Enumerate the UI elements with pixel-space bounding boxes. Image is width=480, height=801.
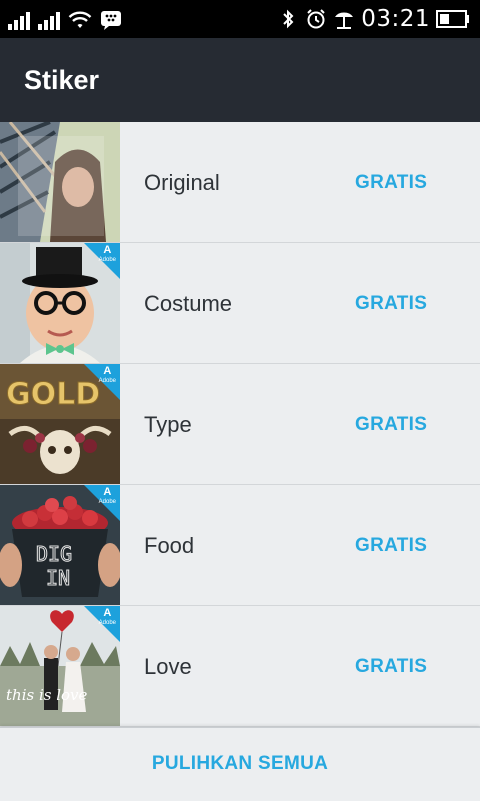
signal-icon — [38, 12, 60, 30]
svg-text:this is love: this is love — [6, 686, 88, 704]
adobe-logo-icon: A Adobe — [98, 365, 116, 385]
thumbnail-love: this is love A Adobe — [0, 606, 120, 726]
bottom-bar: PULIHKAN SEMUA — [0, 727, 480, 801]
thumbnail-costume: A Adobe — [0, 243, 120, 363]
sticker-name: Costume — [144, 291, 233, 316]
alarm-icon — [307, 9, 325, 29]
price-label[interactable]: GRATIS — [355, 364, 427, 485]
adobe-logo-icon: A Adobe — [98, 607, 116, 627]
list-item[interactable]: GOLD A Adobe Type GRATIS — [0, 364, 480, 485]
thumbnail-type: GOLD A Adobe — [0, 364, 120, 484]
sticker-list: Original GRATIS A Adobe Costume GRATIS G… — [0, 122, 480, 727]
bbm-icon — [101, 11, 121, 30]
sticker-name: Original — [144, 170, 220, 195]
bluetooth-icon — [283, 9, 294, 29]
price-label[interactable]: GRATIS — [355, 122, 427, 243]
signal-icon — [8, 12, 30, 30]
list-item[interactable]: Original GRATIS — [0, 122, 480, 243]
sticker-name: Love — [144, 654, 192, 679]
clock: 03:21 — [361, 6, 430, 32]
price-label[interactable]: GRATIS — [355, 606, 427, 727]
list-item[interactable]: DIG IN A Adobe Food GRATIS — [0, 485, 480, 606]
svg-text:IN: IN — [46, 566, 70, 590]
page-title: Stiker — [24, 65, 100, 95]
status-bar: 03:21 — [0, 0, 480, 38]
wifi-icon — [68, 11, 92, 28]
price-label[interactable]: GRATIS — [355, 243, 427, 364]
beach-icon — [335, 12, 354, 29]
list-item[interactable]: A Adobe Costume GRATIS — [0, 243, 480, 364]
adobe-logo-icon: A Adobe — [98, 244, 116, 264]
list-item[interactable]: this is love A Adobe Love GRATIS — [0, 606, 480, 727]
thumbnail-food: DIG IN A Adobe — [0, 485, 120, 605]
thumbnail-original — [0, 122, 120, 242]
adobe-logo-icon: A Adobe — [98, 486, 116, 506]
app-bar: Stiker — [0, 38, 480, 122]
sticker-name: Food — [144, 533, 195, 558]
restore-all-button[interactable]: PULIHKAN SEMUA — [152, 728, 328, 800]
svg-text:DIG: DIG — [36, 542, 72, 566]
battery-icon — [436, 10, 469, 28]
price-label[interactable]: GRATIS — [355, 485, 427, 606]
sticker-name: Type — [144, 412, 192, 437]
